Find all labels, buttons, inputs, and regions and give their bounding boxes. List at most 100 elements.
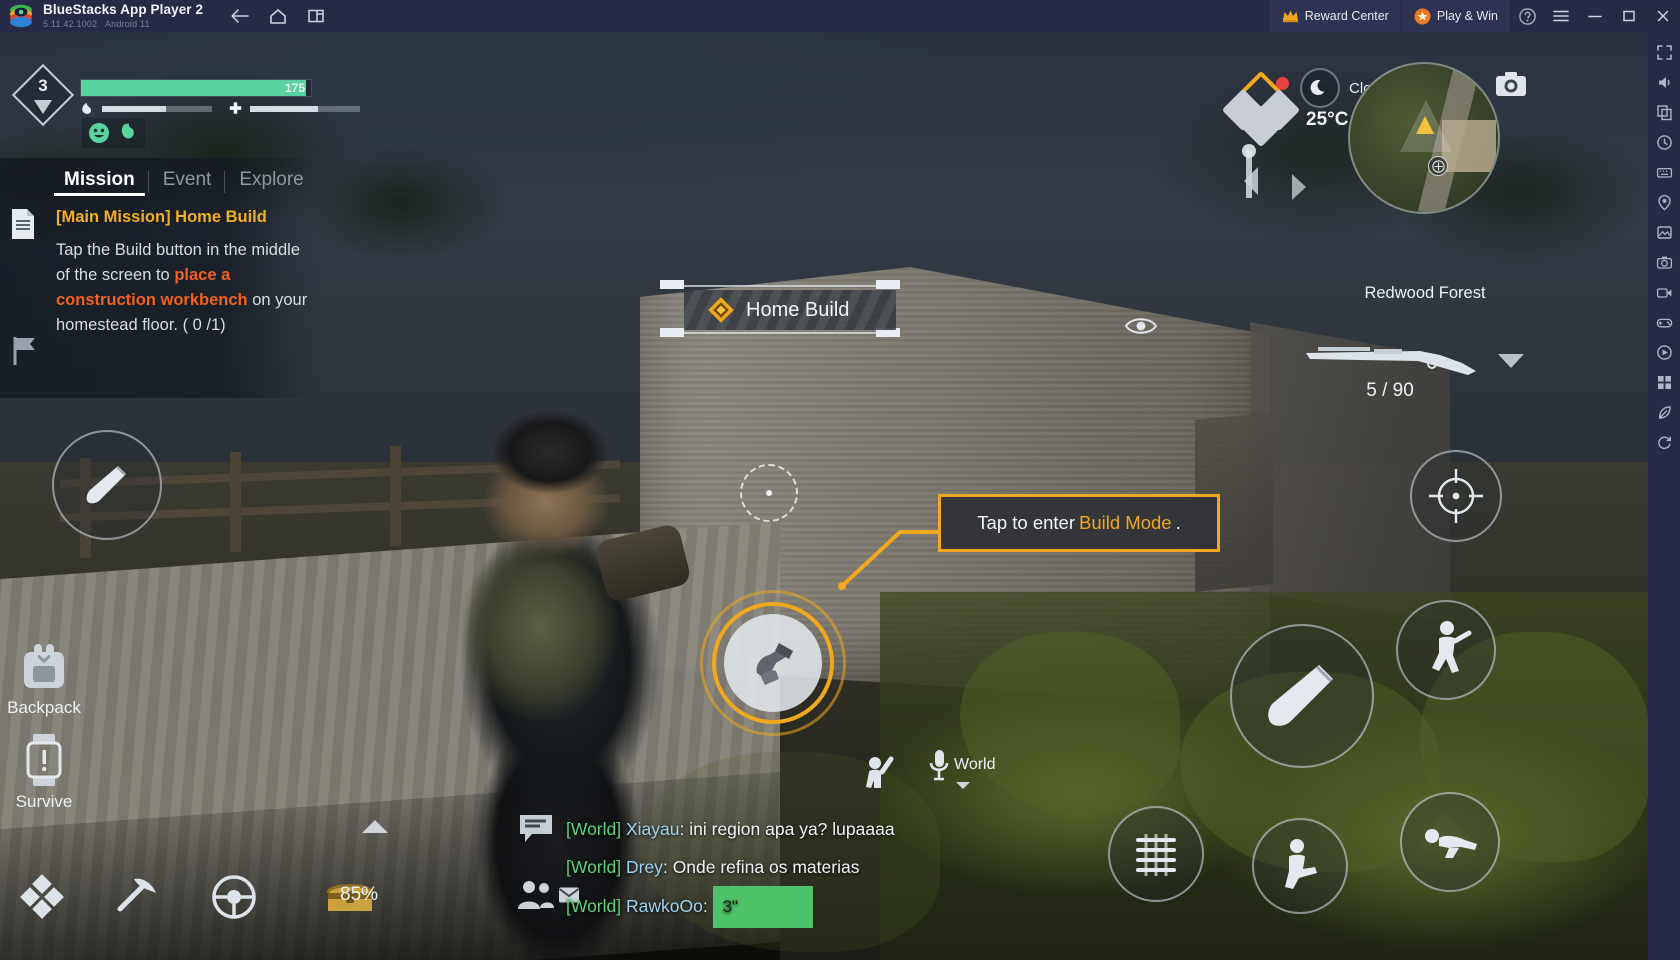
quick-slot-craft[interactable] (6, 861, 78, 933)
help-button[interactable] (1510, 0, 1544, 32)
build-button[interactable] (700, 590, 846, 736)
minimize-button[interactable] (1578, 0, 1612, 32)
play-and-win-button[interactable]: Play & Win (1401, 0, 1510, 32)
keyboard-icon[interactable] (1650, 158, 1678, 186)
medkit-icon (229, 102, 242, 114)
close-button[interactable] (1646, 0, 1680, 32)
people-icon[interactable] (516, 878, 556, 912)
multi-instance-icon[interactable] (1650, 368, 1678, 396)
quick-menu-button[interactable] (1221, 70, 1301, 148)
minimap[interactable] (1348, 62, 1500, 214)
fullscreen-icon[interactable] (1650, 38, 1678, 66)
crouch-icon (1285, 839, 1317, 889)
chat-channel: [World] (566, 896, 622, 916)
reload-icon (1136, 834, 1176, 876)
buff-tray (82, 118, 145, 148)
tab-explore[interactable]: Explore (225, 165, 317, 198)
eye-icon[interactable] (1124, 314, 1158, 338)
player-direction-arrow-icon (1416, 116, 1434, 134)
volume-icon[interactable] (1650, 68, 1678, 96)
tab-event-label: Event (162, 169, 212, 190)
voice-chevron-down-icon[interactable] (956, 782, 970, 789)
tab-mission[interactable]: Mission (50, 165, 149, 198)
home-button[interactable] (263, 3, 293, 29)
aim-reticle-icon (1429, 469, 1483, 523)
minimize-icon (1588, 15, 1602, 18)
temperature-label: 25°C (1306, 109, 1349, 130)
player-level-badge: 3 (11, 63, 75, 127)
stamina-bar-fill (102, 106, 166, 112)
diamond-cluster-icon (20, 874, 64, 919)
help-circle-icon (1518, 7, 1536, 25)
jump-icon (1432, 621, 1472, 673)
camera-icon (1496, 72, 1526, 96)
mission-description: Tap the Build button in the middle of th… (56, 238, 308, 338)
rotate-icon[interactable] (1650, 428, 1678, 456)
maximize-icon (1623, 10, 1635, 22)
chat-bubble-icon[interactable] (518, 812, 554, 844)
bluestacks-logo-icon (8, 3, 34, 29)
reward-center-label: Reward Center (1304, 9, 1389, 23)
prone-button[interactable] (1400, 792, 1500, 892)
gallery-icon[interactable] (1650, 218, 1678, 246)
tooltip-pre: Tap to enter (977, 512, 1075, 533)
home-build-marker[interactable]: Home Build (684, 290, 896, 330)
coin-icon (1414, 8, 1431, 24)
app-name: BlueStacks App Player 2 (43, 2, 204, 18)
quick-slot-pickaxe[interactable] (102, 861, 174, 933)
play-arrow-left-icon[interactable] (1240, 164, 1262, 198)
reward-center-button[interactable]: Reward Center (1269, 0, 1401, 32)
copy-icon[interactable] (1650, 98, 1678, 126)
chat-sender: Drey (625, 857, 663, 877)
happy-face-icon (89, 123, 109, 143)
recent-apps-button[interactable] (301, 3, 331, 29)
equipped-weapon[interactable] (1300, 337, 1480, 385)
play-arrow-right-icon[interactable] (1288, 172, 1308, 202)
back-button[interactable] (225, 3, 255, 29)
chat-input-field[interactable]: 3" (712, 886, 813, 928)
level-number: 3 (38, 76, 48, 95)
location-icon[interactable] (1650, 188, 1678, 216)
app-version: 5.11.42.1002 (43, 18, 98, 29)
jump-button[interactable] (1396, 600, 1496, 700)
game-viewport[interactable]: 3 175 Mission Event Explore [Main Missio… (0, 32, 1648, 960)
crouch-button[interactable] (1252, 818, 1348, 914)
reload-button[interactable] (1108, 806, 1204, 902)
objective-tick-left (660, 280, 684, 289)
play-and-win-label: Play & Win (1436, 9, 1498, 23)
bullet-icon (86, 466, 126, 504)
camera-button[interactable] (1494, 70, 1528, 100)
gamepad-icon[interactable] (1650, 308, 1678, 336)
emote-wave-icon[interactable] (858, 754, 900, 798)
backpack-button[interactable]: Backpack (4, 640, 84, 718)
microphone-icon (929, 750, 949, 781)
fire-button[interactable] (1230, 624, 1374, 768)
clock-icon[interactable] (1650, 128, 1678, 156)
survive-button[interactable]: Survive (4, 732, 84, 812)
objective-tick-left-2 (660, 328, 684, 337)
voice-channel-button[interactable]: World (928, 748, 996, 782)
bullet-large-icon (1268, 665, 1333, 726)
ammo-pouch-button[interactable] (52, 430, 162, 540)
tab-mission-label: Mission (64, 169, 135, 190)
mission-panel: Mission Event Explore [Main Mission] Hom… (0, 158, 320, 398)
steering-wheel-icon (212, 875, 256, 919)
hammer-hand-icon (756, 643, 793, 685)
health-value: 175 (284, 81, 305, 95)
macro-icon[interactable] (1650, 338, 1678, 366)
maximize-button[interactable] (1612, 0, 1646, 32)
video-record-icon[interactable] (1650, 278, 1678, 306)
objective-line-top (660, 285, 900, 287)
aim-button[interactable] (1410, 450, 1502, 542)
main-menu-button[interactable] (1544, 0, 1578, 32)
screenshot-icon[interactable] (1650, 248, 1678, 276)
close-icon (1657, 10, 1669, 22)
quick-slot-steering[interactable] (198, 861, 270, 933)
eco-mode-icon[interactable] (1650, 398, 1678, 426)
quickbar-expand-chevron-up-icon[interactable] (362, 820, 388, 833)
moon-icon (1310, 80, 1325, 96)
weapon-expand-chevron-down-icon[interactable] (1498, 354, 1524, 368)
tab-event[interactable]: Event (149, 165, 226, 198)
chat-message: [World] Drey: Onde refina os materias (566, 848, 1066, 886)
crosshair-icon (740, 464, 798, 522)
